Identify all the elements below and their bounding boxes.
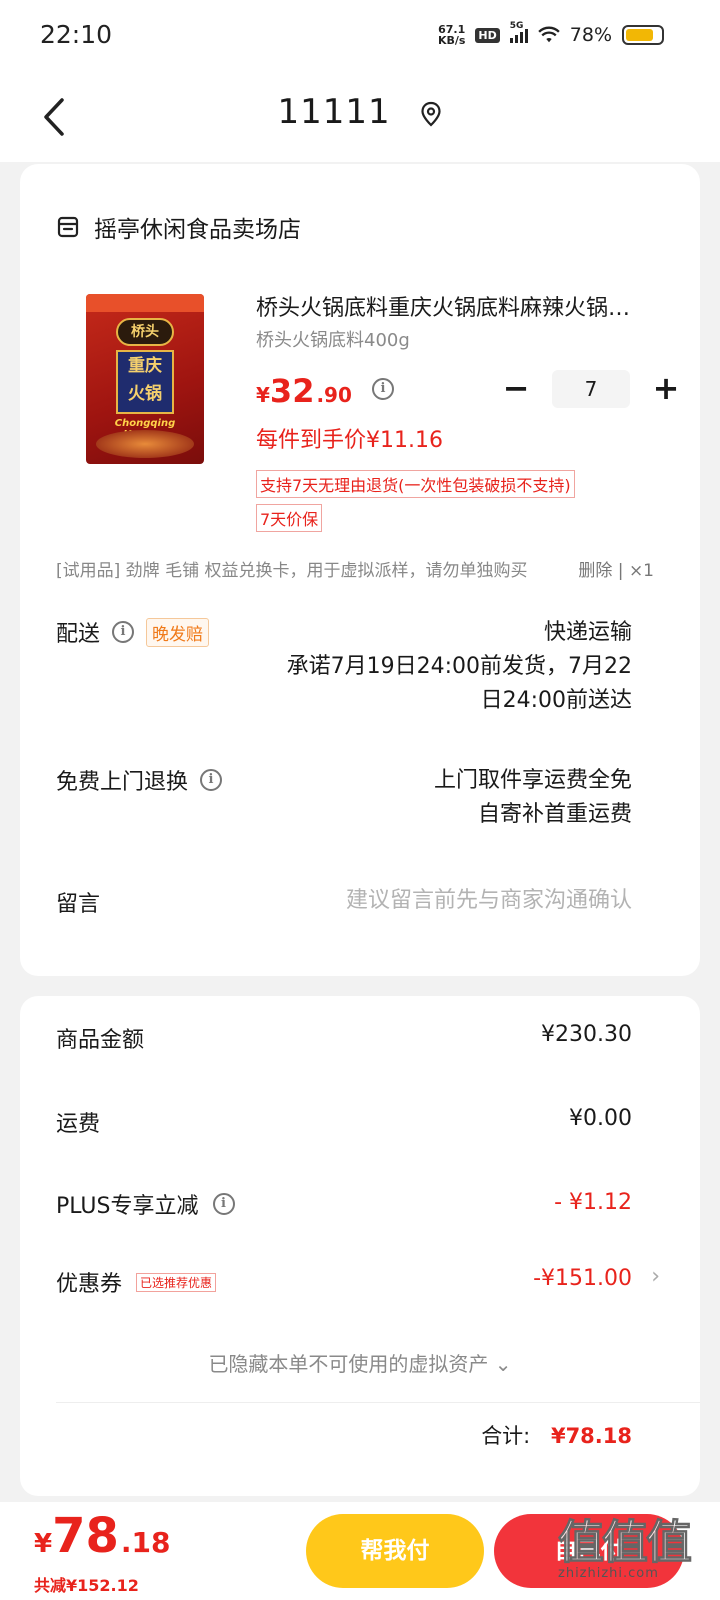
total-label: 合计: xyxy=(481,1424,531,1448)
hidden-assets-toggle[interactable]: 已隐藏本单不可使用的虚拟资产 ⌄ xyxy=(20,1348,700,1377)
divider xyxy=(56,1402,700,1403)
coupon-label-group[interactable]: 优惠券 已选推荐优惠 xyxy=(56,1266,217,1298)
delivery-label-group: 配送 i 晚发赔 xyxy=(56,616,210,648)
late-compensation-badge: 晚发赔 xyxy=(146,617,210,647)
page-header: 11111 xyxy=(0,76,720,162)
delivery-promise-line1: 承诺7月19日24:00前发货，7月22 xyxy=(286,654,632,679)
returns-detail: 上门取件享运费全免 自寄补首重运费 xyxy=(434,764,632,832)
checkout-bar: ¥ 78 .18 共减¥152.12 帮我付 自己付 xyxy=(0,1502,720,1600)
quantity-stepper: − 7 + xyxy=(496,370,686,408)
signal-icon: 5G xyxy=(509,21,528,43)
coupon-value[interactable]: -¥151.00 xyxy=(533,1266,632,1291)
store-row[interactable]: 摇亭休闲食品卖场店 xyxy=(56,210,301,244)
returns-label: 免费上门退换 xyxy=(56,770,189,795)
plus-discount-label: PLUS专享立减 xyxy=(56,1194,199,1219)
hidden-assets-text: 已隐藏本单不可使用的虚拟资产 xyxy=(208,1352,489,1376)
delivery-promise-line2: 日24:00前送达 xyxy=(480,688,632,713)
trial-count: ×1 xyxy=(628,561,654,581)
goods-amount-value: ¥230.30 xyxy=(541,1022,632,1047)
plus-discount-value: - ¥1.12 xyxy=(554,1190,632,1215)
wifi-icon xyxy=(538,26,560,43)
delivery-detail[interactable]: 快递运输 承诺7月19日24:00前发货，7月22 日24:00前送达 xyxy=(287,616,632,718)
total-row: 合计: ¥78.18 xyxy=(481,1420,632,1450)
delivery-method: 快递运输 xyxy=(543,620,632,645)
shipping-label: 运费 xyxy=(56,1112,101,1137)
delivery-info-icon[interactable]: i xyxy=(112,621,135,643)
status-bar: 22:10 67.1 KB/s HD 5G 78% xyxy=(0,0,720,76)
network-speed: 67.1 KB/s xyxy=(438,24,465,46)
decrease-quantity-button[interactable]: − xyxy=(496,371,536,407)
chevron-right-icon[interactable]: › xyxy=(651,1264,660,1289)
price-info-icon[interactable]: i xyxy=(372,378,394,400)
address-title[interactable]: 11111 xyxy=(0,92,720,132)
pay-myself-button[interactable]: 自己付 xyxy=(494,1514,684,1588)
message-input[interactable]: 建议留言前先与商家沟通确认 xyxy=(346,884,632,918)
trial-item-row: [试用品] 劲牌 毛铺 权益兑换卡，用于虚拟派样，请勿单独购买 删除 | ×1 xyxy=(56,556,654,581)
quantity-input[interactable]: 7 xyxy=(552,370,630,408)
goods-amount-label: 商品金额 xyxy=(56,1028,145,1053)
delivery-label: 配送 xyxy=(56,622,101,647)
increase-quantity-button[interactable]: + xyxy=(646,371,686,407)
returns-label-group: 免费上门退换 i xyxy=(56,764,223,796)
store-name: 摇亭休闲食品卖场店 xyxy=(94,217,301,243)
status-time: 22:10 xyxy=(40,20,113,49)
coupon-label: 优惠券 xyxy=(56,1272,123,1297)
coupon-recommended-badge: 已选推荐优惠 xyxy=(136,1272,217,1292)
product-spec: 桥头火锅底料400g xyxy=(256,330,410,351)
plus-discount-label-group: PLUS专享立减 i xyxy=(56,1188,235,1220)
returns-line2: 自寄补首重运费 xyxy=(477,802,632,827)
returns-line1: 上门取件享运费全免 xyxy=(433,768,632,793)
network-type: 5G xyxy=(509,21,524,31)
location-pin-icon xyxy=(421,101,442,127)
trial-delete-link[interactable]: 删除 xyxy=(578,561,612,581)
address-name: 11111 xyxy=(277,92,391,132)
plus-info-icon[interactable]: i xyxy=(212,1193,235,1215)
hd-icon: HD xyxy=(475,27,500,43)
store-icon xyxy=(57,216,79,238)
network-speed-unit: KB/s xyxy=(437,34,466,47)
status-icons: 67.1 KB/s HD 5G 78% xyxy=(438,21,664,46)
total-value: ¥78.18 xyxy=(550,1424,632,1448)
shipping-value: ¥0.00 xyxy=(569,1106,632,1131)
battery-icon xyxy=(622,25,664,45)
product-price: ¥ 32 .90 xyxy=(256,372,352,410)
returns-info-icon[interactable]: i xyxy=(200,769,223,791)
checkout-price: ¥ 78 .18 xyxy=(34,1508,171,1564)
order-item-card: 摇亭休闲食品卖场店 桥头 重庆 火锅 Chongqing Huoguo 桥头火锅… xyxy=(20,164,700,976)
price-summary-card: 商品金额 ¥230.30 运费 ¥0.00 PLUS专享立减 i - ¥1.12… xyxy=(20,996,700,1496)
trial-item-text: [试用品] 劲牌 毛铺 权益兑换卡，用于虚拟派样，请勿单独购买 xyxy=(56,561,528,581)
chevron-down-icon: ⌄ xyxy=(494,1352,512,1376)
product-title[interactable]: 桥头火锅底料重庆火锅底料麻辣火锅底料400g xyxy=(256,290,646,322)
total-saved[interactable]: 共减¥152.12 xyxy=(34,1572,139,1596)
unit-price: 每件到手价¥11.16 xyxy=(256,428,443,453)
help-me-pay-button[interactable]: 帮我付 xyxy=(306,1514,484,1588)
battery-percent: 78% xyxy=(569,24,612,46)
product-image[interactable]: 桥头 重庆 火锅 Chongqing Huoguo xyxy=(86,294,204,464)
message-label: 留言 xyxy=(56,892,101,917)
return-policy-tag: 支持7天无理由退货(一次性包装破损不支持) xyxy=(256,470,575,498)
price-protect-tag: 7天价保 xyxy=(256,504,323,532)
